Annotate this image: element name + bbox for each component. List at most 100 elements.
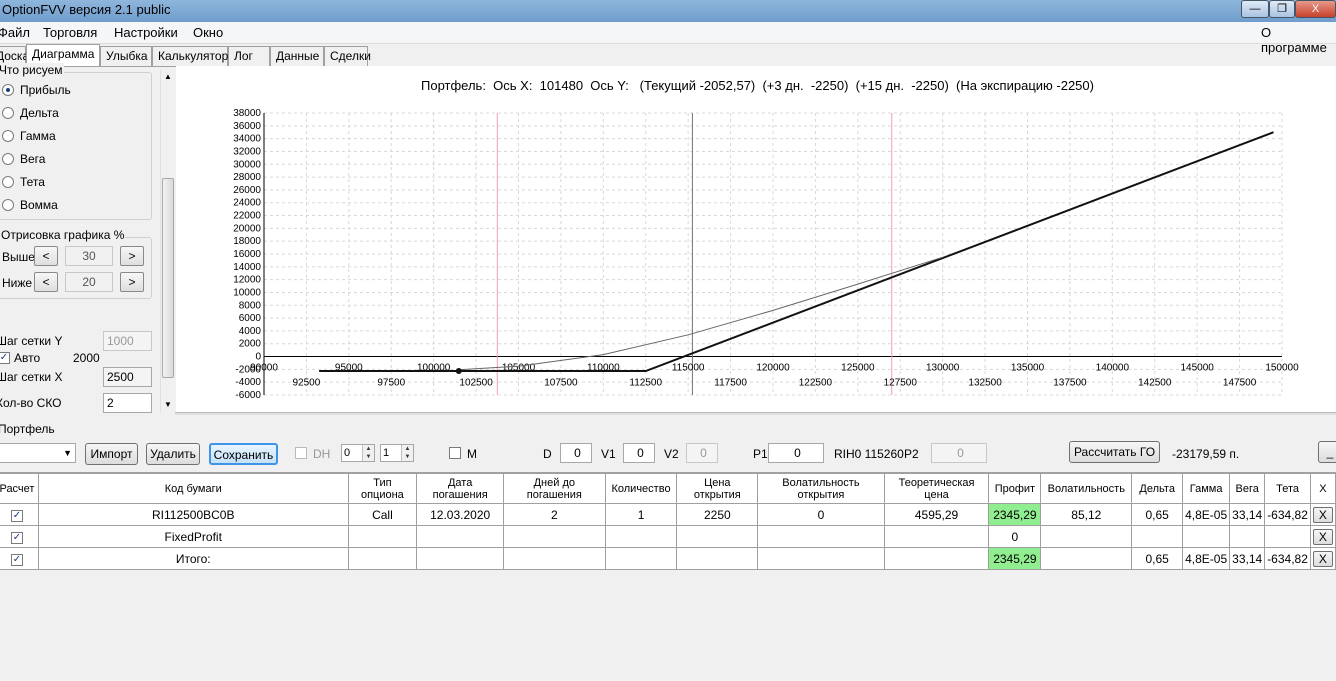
column-header[interactable]: Гамма — [1182, 473, 1231, 504]
render-group-title: Отрисовка графика % — [0, 228, 126, 242]
table-cell: RI112500BC0B — [37, 503, 349, 526]
menu-trade[interactable]: Торговля — [43, 25, 97, 40]
grid-y-field[interactable]: 1000 — [103, 331, 152, 351]
x-tick-label: 115000 — [672, 363, 705, 374]
v1-field[interactable]: 0 — [623, 443, 655, 463]
radio-indicator[interactable] — [2, 176, 14, 188]
spin-arrows-icon[interactable]: ▲ ▼ — [362, 445, 374, 461]
auto-checkbox[interactable]: ✓ — [0, 352, 10, 364]
calc-checkbox[interactable]: ✓ — [10, 554, 23, 566]
m-checkbox[interactable] — [449, 447, 461, 459]
dh-checkbox[interactable] — [295, 447, 307, 459]
calc-checkbox-cell[interactable]: ✓ — [0, 503, 39, 526]
p1-field[interactable]: 0 — [768, 443, 824, 463]
table-row[interactable]: ✓ RI112500BC0B Call 12.03.2020 2 1 2250 0 4595,2… — [0, 503, 1336, 526]
tab-deals[interactable]: Сделки — [324, 46, 371, 66]
d-field[interactable]: 0 — [560, 443, 592, 463]
calc-checkbox-cell[interactable]: ✓ — [0, 547, 39, 570]
radio-indicator[interactable] — [2, 84, 14, 96]
chart-splitter[interactable] — [175, 412, 1336, 415]
tab-data[interactable]: Данные — [270, 46, 324, 66]
chevron-down-icon[interactable]: ▼ — [63, 444, 72, 462]
table-cell — [503, 547, 606, 570]
below-increase-button[interactable]: > — [120, 272, 144, 292]
scroll-down-icon[interactable]: ▼ — [164, 400, 172, 409]
minimize-panel-button[interactable]: _ — [1318, 441, 1336, 463]
radio-gamma[interactable]: Гамма — [2, 129, 56, 151]
radio-profit[interactable]: Прибыль — [2, 83, 71, 105]
column-header[interactable]: Тип опциона — [347, 473, 418, 504]
table-row[interactable]: ✓ Итого: 2345,29 0,65 4,8E-05 33,14 -634,82 X — [0, 547, 1336, 570]
column-header[interactable]: X — [1309, 473, 1336, 504]
radio-indicator[interactable] — [2, 107, 14, 119]
column-header[interactable]: Волатильность — [1040, 473, 1133, 504]
left-scrollbar[interactable]: ▲ ▼ — [160, 70, 175, 412]
radio-vomma[interactable]: Вомма — [2, 198, 58, 220]
tab-log[interactable]: Лог — [228, 46, 270, 66]
above-decrease-button[interactable]: < — [34, 246, 58, 266]
table-row[interactable]: ✓ FixedProfit 0 X — [0, 525, 1336, 548]
scroll-up-icon[interactable]: ▲ — [164, 72, 172, 81]
table-cell: 33,14 — [1229, 547, 1266, 570]
column-header[interactable]: Профит — [988, 473, 1042, 504]
remove-row-button[interactable]: X — [1312, 550, 1333, 567]
x-tick-label: 132500 — [968, 378, 1002, 389]
remove-row-cell[interactable]: X — [1309, 547, 1336, 570]
remove-row-cell[interactable]: X — [1309, 525, 1336, 548]
save-button[interactable]: Сохранить — [209, 443, 278, 465]
spin-arrows-icon[interactable]: ▲ ▼ — [401, 445, 413, 461]
column-header[interactable]: Дата погашения — [416, 473, 505, 504]
spin-a[interactable]: 0 ▲ ▼ — [341, 444, 375, 462]
remove-row-cell[interactable]: X — [1309, 503, 1336, 526]
y-tick-label: 30000 — [233, 159, 261, 170]
radio-vega[interactable]: Вега — [2, 152, 45, 174]
close-button[interactable]: X — [1295, 0, 1336, 18]
menu-settings[interactable]: Настройки — [114, 25, 178, 40]
above-increase-button[interactable]: > — [120, 246, 144, 266]
minimize-button[interactable]: — — [1241, 0, 1269, 18]
table-cell: 0,65 — [1131, 503, 1184, 526]
remove-row-button[interactable]: X — [1312, 528, 1333, 545]
grid-y-label: Шаг сетки Y — [0, 334, 63, 348]
column-header[interactable]: Расчет — [0, 473, 39, 504]
table-cell: 2 — [503, 503, 606, 526]
delete-button[interactable]: Удалить — [146, 443, 200, 465]
tab-calculator[interactable]: Калькулятор — [152, 46, 228, 66]
radio-indicator[interactable] — [2, 199, 14, 211]
column-header[interactable]: Цена открытия — [676, 473, 759, 504]
import-button[interactable]: Импорт — [85, 443, 138, 465]
below-decrease-button[interactable]: < — [34, 272, 58, 292]
v2-field[interactable]: 0 — [686, 443, 718, 463]
calc-checkbox-cell[interactable]: ✓ — [0, 525, 39, 548]
column-header[interactable]: Вега — [1229, 473, 1266, 504]
radio-indicator[interactable] — [2, 130, 14, 142]
radio-theta[interactable]: Тета — [2, 175, 45, 197]
radio-indicator[interactable] — [2, 153, 14, 165]
calc-checkbox[interactable]: ✓ — [10, 532, 23, 544]
remove-row-button[interactable]: X — [1312, 506, 1333, 523]
column-header[interactable]: Дельта — [1131, 473, 1184, 504]
table-header: Расчет Код бумаги Тип опциона Дата погашени… — [0, 473, 1336, 504]
calc-checkbox[interactable]: ✓ — [10, 510, 23, 522]
p2-field[interactable]: 0 — [931, 443, 987, 463]
column-header[interactable]: Тета — [1264, 473, 1311, 504]
auto-value: 2000 — [73, 351, 100, 365]
table-cell: Итого: — [37, 547, 349, 570]
maximize-button[interactable]: ❐ — [1269, 0, 1295, 18]
column-header[interactable]: Дней до погашения — [503, 473, 606, 504]
calc-go-button[interactable]: Рассчитать ГО — [1069, 441, 1160, 463]
menu-file[interactable]: Файл — [0, 25, 30, 40]
tab-smile[interactable]: Улыбка — [100, 46, 152, 66]
column-header[interactable]: Теоретическая цена — [883, 473, 990, 504]
sko-field[interactable]: 2 — [103, 393, 152, 413]
portfolio-select[interactable]: ▼ — [0, 443, 76, 463]
grid-x-field[interactable]: 2500 — [103, 367, 152, 387]
column-header[interactable]: Количество — [604, 473, 678, 504]
scroll-thumb[interactable] — [162, 178, 174, 378]
spin-b[interactable]: 1 ▲ ▼ — [380, 444, 414, 462]
radio-delta[interactable]: Дельта — [2, 106, 59, 128]
current-profit-curve — [458, 256, 943, 371]
column-header[interactable]: Код бумаги — [37, 473, 349, 504]
menu-window[interactable]: Окно — [193, 25, 223, 40]
column-header[interactable]: Волатильность открытия — [757, 473, 885, 504]
